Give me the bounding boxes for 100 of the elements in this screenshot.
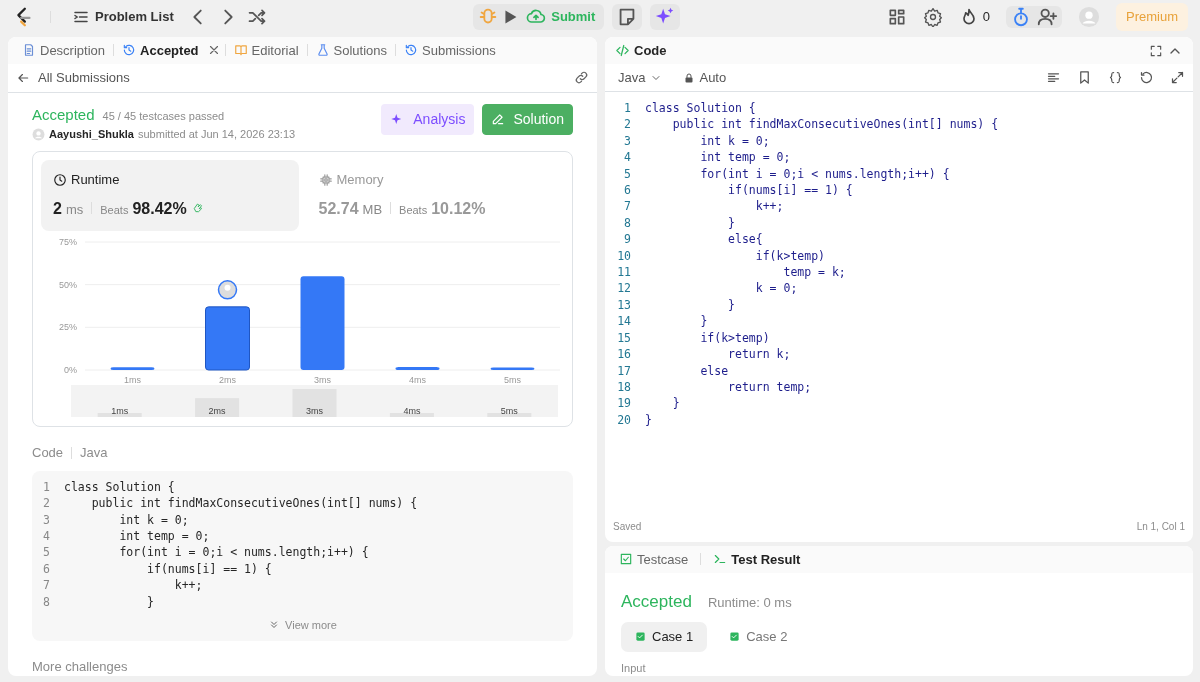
line-number: 13 — [616, 296, 632, 314]
axis-label: 5ms — [504, 375, 521, 386]
overview-label: 4ms — [403, 406, 421, 417]
back-link[interactable]: All Submissions — [16, 68, 130, 88]
line-number: 4 — [42, 527, 51, 545]
code-line: k++; — [754, 198, 784, 215]
code-line: int k = 0; — [699, 132, 770, 150]
braces-icon[interactable] — [1108, 70, 1123, 85]
language-label: Java — [80, 444, 108, 463]
line-number: 2 — [42, 495, 51, 512]
line-number: 10 — [616, 247, 632, 265]
line-number: 3 — [42, 511, 51, 528]
expand-icon[interactable] — [1170, 70, 1185, 85]
line-number: 6 — [623, 182, 632, 199]
code-line: for(int i = 0;i < nums.length;i++) { — [699, 165, 950, 183]
code-line: return k; — [727, 346, 791, 363]
history-icon — [404, 43, 418, 58]
case-tab[interactable]: Case 2 — [715, 622, 802, 652]
avatar-marker-icon — [217, 280, 238, 300]
axis-label: 50% — [59, 279, 77, 290]
line-number: 9 — [623, 231, 632, 248]
code-line: int k = 0; — [118, 511, 189, 528]
username: Aayushi_Shukla — [49, 127, 134, 143]
line-number: 11 — [616, 264, 632, 281]
code-icon — [615, 43, 630, 58]
bar[interactable] — [110, 367, 155, 371]
link-icon[interactable] — [574, 70, 589, 86]
line-number: 20 — [616, 411, 632, 429]
section-label: Input — [621, 660, 647, 676]
code-line: else — [699, 362, 729, 379]
line-number: 2 — [623, 116, 632, 133]
code-line: if(k>temp) — [699, 329, 770, 347]
view-more-button[interactable]: View more — [263, 614, 342, 637]
section-label: Code — [32, 444, 64, 463]
line-number: 4 — [623, 149, 632, 166]
problem-list-button[interactable]: Problem List — [67, 4, 179, 30]
code-line: public int findMaxConsecutiveOnes(int[] nums) { — [671, 116, 999, 133]
code-line: } — [671, 395, 680, 412]
case-tab[interactable]: Case 1 — [621, 622, 708, 652]
axis-label: 3ms — [314, 375, 331, 386]
format-icon[interactable] — [1046, 70, 1061, 85]
metric-card[interactable]: Runtime 2 ms Beats 98.42% — [41, 159, 299, 232]
reset-icon[interactable] — [1139, 70, 1154, 85]
analysis-button[interactable]: Analysis — [381, 103, 475, 135]
axis-label: 1ms — [124, 375, 141, 386]
save-status: Saved — [613, 520, 642, 535]
code-line: } — [727, 214, 735, 232]
code-line: if(nums[i] == 1) { — [727, 182, 853, 199]
code-line: for(int i = 0;i < nums.length;i++) { — [118, 544, 369, 561]
line-number: 18 — [616, 378, 632, 396]
panel-tab[interactable]: Accepted — [118, 38, 203, 63]
code-line: int temp = 0; — [118, 527, 210, 545]
panel-tab[interactable]: Test Result — [709, 547, 805, 572]
code-line: if(nums[i] == 1) { — [146, 560, 272, 578]
bar[interactable] — [395, 367, 440, 371]
chip-icon — [318, 172, 333, 187]
clock-icon — [53, 172, 67, 187]
book-icon — [233, 43, 248, 58]
panel-tab[interactable]: Testcase — [615, 547, 693, 572]
axis-label: 25% — [59, 322, 77, 333]
testcases-text: 45 / 45 testcases passed — [102, 108, 225, 124]
code-line: } — [645, 411, 652, 429]
check-icon — [729, 631, 741, 643]
code-line: temp = k; — [782, 264, 846, 281]
add-user-icon[interactable] — [1036, 6, 1058, 28]
status-text: Accepted — [32, 104, 95, 125]
section-heading: More challenges — [32, 657, 129, 676]
code-line: k++; — [173, 577, 203, 594]
cursor-position: Ln 1, Col 1 — [1136, 520, 1185, 535]
code-line: } — [699, 313, 708, 330]
flask-icon — [315, 43, 330, 58]
panel-tab[interactable]: Submissions — [400, 38, 500, 63]
code-line: return temp; — [727, 378, 812, 396]
code-line: int temp = 0; — [699, 149, 791, 166]
line-number: 17 — [616, 362, 632, 379]
lock-icon — [683, 71, 696, 84]
line-number: 16 — [616, 346, 632, 363]
line-number: 3 — [623, 132, 632, 150]
overview-label: 5ms — [500, 406, 518, 417]
bar[interactable] — [490, 367, 535, 371]
panel-tab[interactable]: Description — [18, 38, 110, 63]
line-number: 15 — [616, 329, 632, 347]
language-dropdown[interactable]: Java — [613, 64, 668, 91]
panel-tab[interactable]: Solutions — [311, 38, 391, 63]
line-number: 7 — [623, 198, 632, 215]
axis-label: 4ms — [409, 375, 426, 386]
line-number: 7 — [42, 577, 51, 594]
code-line: k = 0; — [754, 280, 798, 297]
metric-card[interactable]: Memory 52.74 MB Beats 10.12% — [306, 159, 564, 232]
bookmark-icon[interactable] — [1077, 70, 1092, 85]
mode-label: Auto — [699, 68, 727, 87]
panel-tab[interactable]: Editorial — [229, 38, 303, 63]
edit-icon — [491, 112, 506, 127]
code-line: if(k>temp) — [754, 247, 825, 265]
axis-label: 2ms — [219, 375, 236, 386]
line-number: 5 — [42, 544, 51, 561]
axis-label: 0% — [64, 365, 77, 376]
fullscreen-icon[interactable] — [1149, 43, 1163, 58]
settings-icon[interactable] — [922, 7, 943, 27]
shuffle-icon[interactable] — [246, 7, 267, 27]
